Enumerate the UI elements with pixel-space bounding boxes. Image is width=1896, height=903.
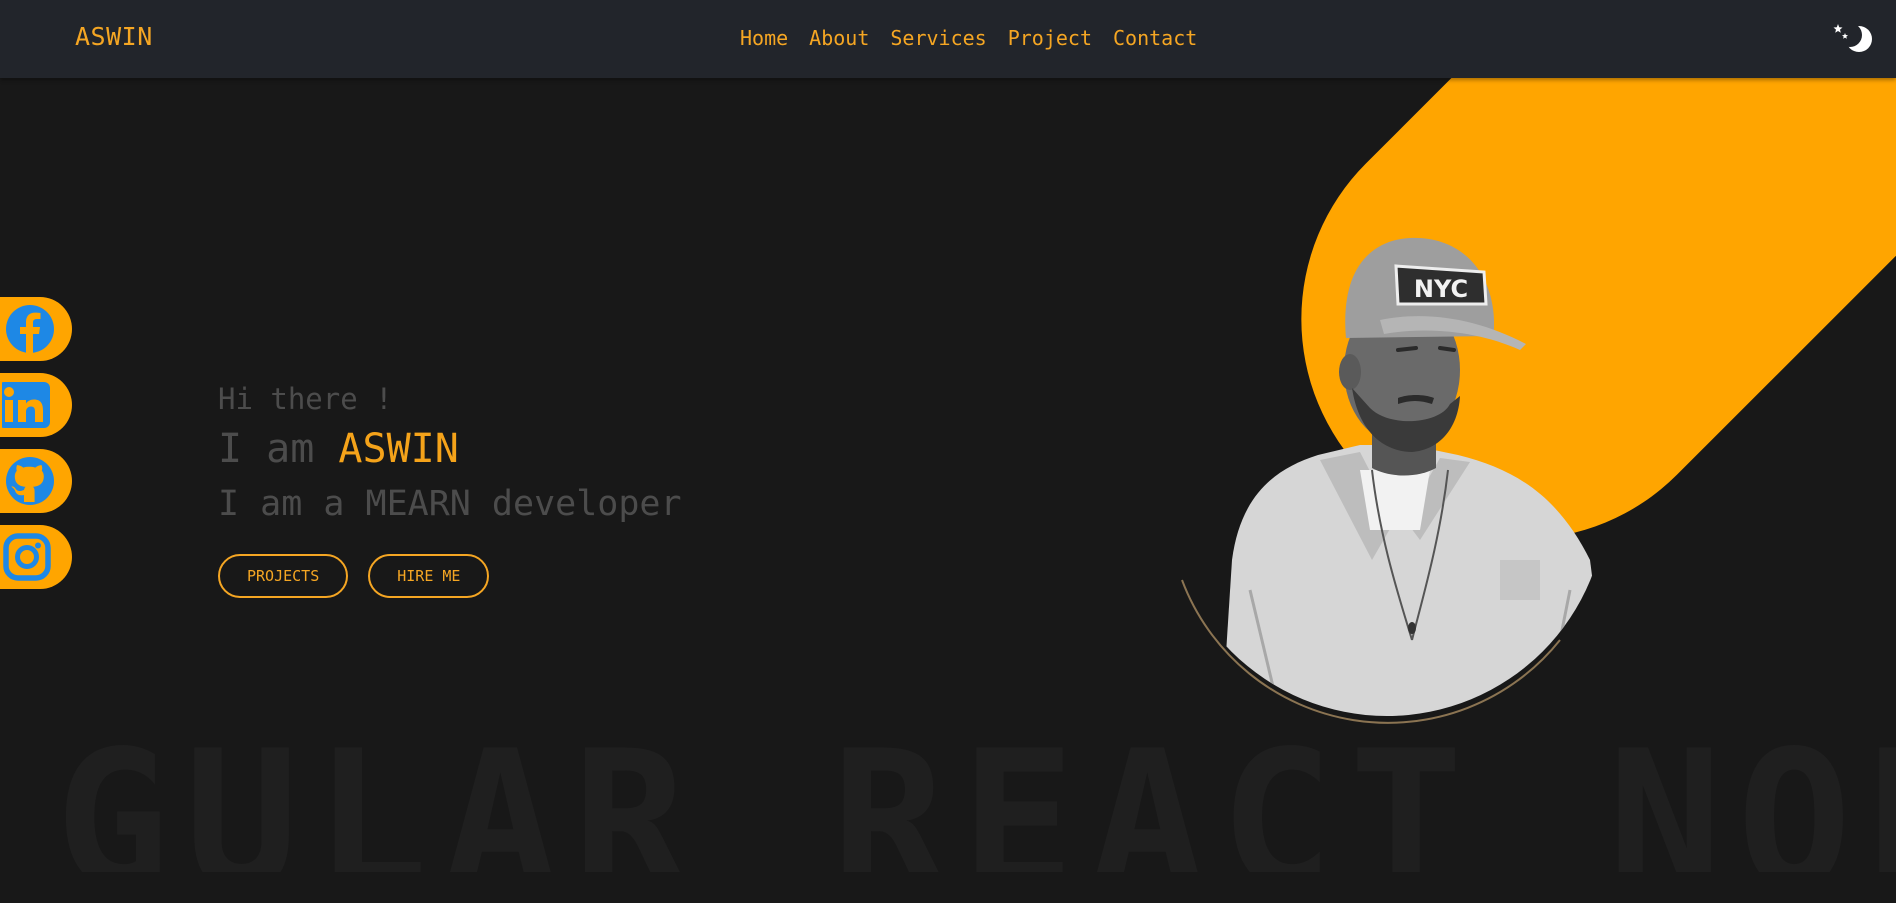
hero-section: Hi there ! I am ASWIN I am a MEARN devel…	[218, 380, 682, 598]
theme-toggle-button[interactable]	[1832, 22, 1872, 56]
background-tech-marquee: GULAR REACT NODE	[0, 732, 1896, 872]
nav-link-home[interactable]: Home	[740, 26, 788, 50]
hero-name: ASWIN	[338, 426, 459, 472]
profile-portrait: NYC	[1181, 237, 1607, 724]
cap-logo-text: NYC	[1414, 275, 1468, 303]
nav-link-project[interactable]: Project	[1008, 26, 1092, 50]
hero-actions: PROJECTS HIRE ME	[218, 554, 682, 598]
social-link-instagram[interactable]	[0, 525, 72, 589]
linkedin-icon	[2, 382, 50, 428]
social-link-github[interactable]	[0, 449, 72, 513]
facebook-icon	[6, 305, 54, 353]
github-icon	[6, 457, 54, 505]
nav-link-contact[interactable]: Contact	[1113, 26, 1197, 50]
hero-intro: I am ASWIN	[218, 426, 682, 472]
hire-me-button[interactable]: HIRE ME	[368, 554, 490, 598]
nav-menu: Home About Services Project Contact	[740, 26, 1197, 50]
nav-link-services[interactable]: Services	[890, 26, 986, 50]
orange-diagonal-band	[1301, 78, 1896, 540]
background-tech-text: GULAR REACT NODE	[55, 732, 1896, 872]
projects-button[interactable]: PROJECTS	[218, 554, 349, 598]
hero-greeting: Hi there !	[218, 382, 393, 416]
nav-link-about[interactable]: About	[809, 26, 869, 50]
navbar: ASWIN Home About Services Project Contac…	[0, 0, 1896, 78]
hero-intro-prefix: I am	[218, 426, 339, 472]
social-link-linkedin[interactable]	[0, 373, 72, 437]
social-links	[0, 297, 72, 601]
social-link-facebook[interactable]	[0, 297, 72, 361]
hero-role: I am a MEARN developer	[218, 484, 682, 524]
brand-logo[interactable]: ASWIN	[75, 22, 153, 51]
moon-stars-icon	[1833, 24, 1872, 52]
instagram-icon	[3, 533, 51, 581]
